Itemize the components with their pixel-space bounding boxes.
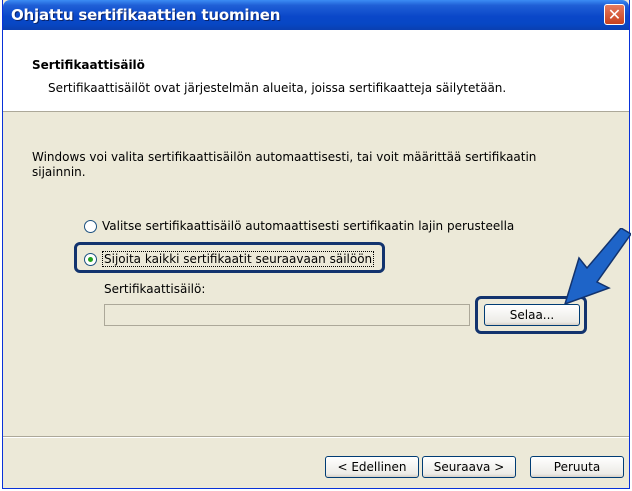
cancel-button[interactable]: Peruuta (530, 456, 624, 478)
store-field[interactable] (104, 304, 470, 326)
title-bar[interactable]: Ohjattu sertifikaattien tuominen ✕ (3, 0, 629, 30)
option-place-in-store-label: Sijoita kaikki sertifikaatit seuraavaan … (102, 251, 375, 267)
close-icon: ✕ (607, 4, 622, 24)
option-auto-select[interactable]: Valitse sertifikaattisäilö automaattises… (84, 219, 514, 233)
window-title: Ohjattu sertifikaattien tuominen (11, 6, 281, 24)
page-subtitle: Sertifikaattisäilöt ovat järjestelmän al… (48, 81, 507, 95)
store-label: Sertifikaattisäilö: (104, 282, 206, 296)
arrow-annotation-icon (564, 228, 631, 304)
back-button[interactable]: < Edellinen (325, 456, 419, 478)
next-button[interactable]: Seuraava > (422, 456, 516, 478)
option-place-in-store[interactable]: Sijoita kaikki sertifikaatit seuraavaan … (84, 251, 375, 267)
description-text: Windows voi valita sertifikaattisäilön a… (32, 150, 537, 179)
page-title: Sertifikaattisäilö (32, 58, 145, 72)
close-button[interactable]: ✕ (604, 4, 625, 25)
radio-place-in-store[interactable] (84, 252, 97, 266)
option-auto-select-label: Valitse sertifikaattisäilö automaattises… (102, 219, 515, 233)
import-wizard-window: Ohjattu sertifikaattien tuominen ✕ Serti… (2, 0, 631, 489)
radio-auto-select[interactable] (84, 219, 97, 233)
browse-button[interactable]: Selaa... (484, 304, 580, 326)
footer-divider (3, 436, 629, 438)
